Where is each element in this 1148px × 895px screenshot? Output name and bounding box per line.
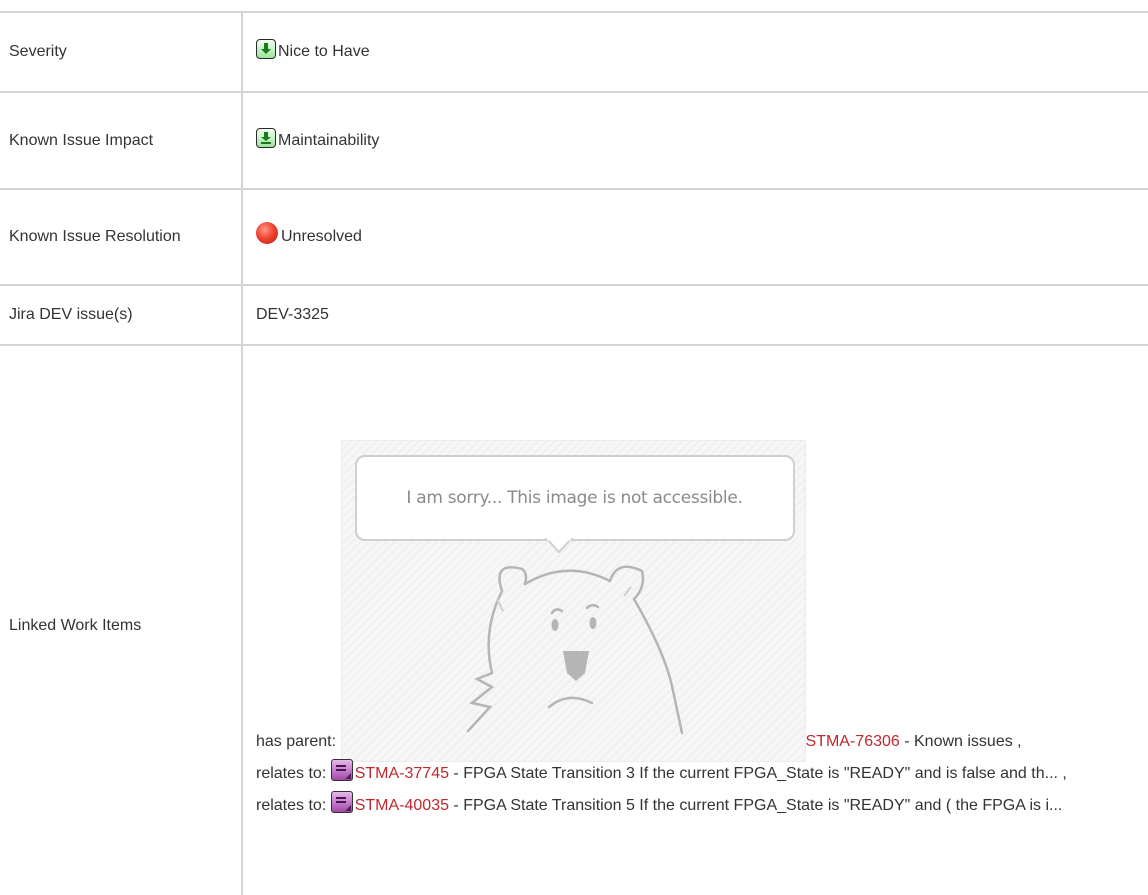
- impact-label: Known Issue Impact: [0, 91, 243, 190]
- row-severity: Severity Nice to Have: [0, 11, 1148, 93]
- red-dot-icon: [256, 222, 278, 244]
- linked-item-id[interactable]: STMA-76306: [806, 733, 900, 750]
- jira-label: Jira DEV issue(s): [0, 284, 243, 346]
- impact-value: Maintainability: [278, 131, 380, 149]
- green-down-arrow-icon: [256, 127, 276, 148]
- linked-item-relation: has parent:: [256, 733, 337, 750]
- linked-value-cell: has parent: I am sorry... This image is …: [242, 344, 1148, 895]
- work-item-properties: Severity Nice to Have Known Issue Impact…: [0, 0, 1148, 895]
- severity-value: Nice to Have: [278, 43, 370, 60]
- resolution-value: Unresolved: [281, 228, 362, 245]
- linked-item-title: - Known issues ,: [899, 733, 1022, 750]
- impact-value-cell: Maintainability: [242, 91, 1148, 190]
- row-known-issue-resolution: Known Issue Resolution Unresolved: [0, 188, 1148, 286]
- linked-item-relation: relates to:: [256, 765, 327, 782]
- properties-table: Severity Nice to Have Known Issue Impact…: [0, 11, 1148, 895]
- linked-label: Linked Work Items: [0, 344, 243, 895]
- linked-item-id[interactable]: STMA-40035: [355, 797, 449, 814]
- jira-value: DEV-3325: [242, 284, 1148, 346]
- linked-items-list: has parent: I am sorry... This image is …: [256, 430, 1138, 822]
- sad-bear-icon: [466, 537, 683, 735]
- resolution-value-cell: Unresolved: [242, 188, 1148, 286]
- work-item-icon: [330, 759, 353, 781]
- green-down-arrow-icon: [256, 39, 276, 59]
- linked-item-title: - FPGA State Transition 3 If the current…: [448, 765, 1067, 782]
- linked-item-id[interactable]: STMA-37745: [355, 765, 449, 782]
- linked-item-relation: relates to:: [256, 797, 327, 814]
- severity-value-cell: Nice to Have: [242, 11, 1148, 93]
- resolution-label: Known Issue Resolution: [0, 188, 243, 286]
- row-known-issue-impact: Known Issue Impact Maintainability: [0, 91, 1148, 190]
- linked-item-title: - FPGA State Transition 5 If the current…: [448, 797, 1063, 814]
- work-item-icon: [330, 791, 353, 813]
- image-not-accessible-placeholder: I am sorry... This image is not accessib…: [340, 440, 806, 762]
- row-jira-dev-issues: Jira DEV issue(s) DEV-3325: [0, 284, 1148, 346]
- row-linked-work-items: Linked Work Items has parent: I am sorry…: [0, 344, 1148, 895]
- severity-label: Severity: [0, 11, 243, 93]
